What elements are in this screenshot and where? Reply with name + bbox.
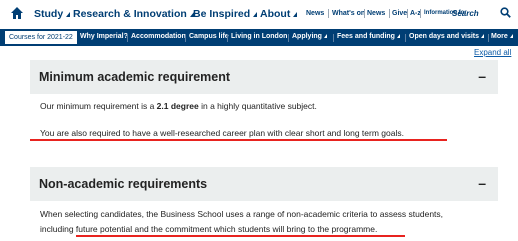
- link-whats-on[interactable]: What's on: [332, 10, 365, 17]
- nav-be-inspired[interactable]: Be Inspired: [193, 8, 258, 20]
- subnav-accommodation[interactable]: Accommodation: [131, 33, 186, 40]
- caret-icon: [66, 12, 71, 17]
- divider: [328, 9, 329, 18]
- annotation-underline: [76, 235, 405, 237]
- subnav-open-days[interactable]: Open days and visits: [409, 33, 485, 40]
- top-navigation: Study Research & Innovation Be Inspired …: [0, 0, 518, 29]
- section-title: Non-academic requirements: [39, 177, 208, 191]
- divider: [389, 9, 390, 18]
- caret-icon: [481, 34, 485, 38]
- sub-navigation: Courses for 2021-22 Why Imperial? Accomm…: [0, 29, 518, 46]
- caret-icon: [396, 34, 400, 38]
- divider: [420, 9, 421, 18]
- nav-research-innovation[interactable]: Research & Innovation: [73, 8, 194, 20]
- accordion-header-academic[interactable]: Minimum academic requirement –: [30, 60, 498, 94]
- link-information-for[interactable]: Information for: [424, 10, 467, 16]
- subnav-why-imperial[interactable]: Why Imperial?: [80, 33, 128, 40]
- divider: [127, 34, 128, 42]
- caret-icon: [509, 34, 513, 38]
- divider: [405, 34, 406, 42]
- expand-all-link[interactable]: Expand all: [474, 48, 511, 57]
- commitment-text: including future potential and the commi…: [40, 224, 378, 234]
- annotation-underline: [30, 139, 447, 141]
- caret-icon: [253, 12, 258, 17]
- requirement-text: Our minimum requirement is a 2.1 degree …: [40, 101, 317, 111]
- courses-selector[interactable]: Courses for 2021-22: [5, 31, 77, 44]
- divider: [488, 34, 489, 42]
- collapse-icon[interactable]: –: [478, 68, 486, 84]
- link-news[interactable]: News: [306, 10, 324, 17]
- collapse-icon[interactable]: –: [478, 175, 486, 191]
- search-icon[interactable]: [500, 7, 511, 18]
- link-give[interactable]: Give: [392, 10, 407, 17]
- nav-about[interactable]: About: [260, 8, 298, 20]
- career-plan-text: You are also required to have a well-res…: [40, 128, 404, 138]
- caret-icon: [323, 34, 327, 38]
- divider: [227, 34, 228, 42]
- subnav-living-in-london[interactable]: Living in London: [231, 33, 287, 40]
- divider: [364, 9, 365, 18]
- caret-icon: [293, 12, 298, 17]
- divider: [407, 9, 408, 18]
- subnav-applying[interactable]: Applying: [292, 33, 327, 40]
- subnav-campus-life[interactable]: Campus life: [189, 33, 229, 40]
- section-title: Minimum academic requirement: [39, 70, 231, 84]
- subnav-fees-and-funding[interactable]: Fees and funding: [337, 33, 400, 40]
- nav-study[interactable]: Study: [34, 8, 71, 20]
- divider: [185, 34, 186, 42]
- home-icon[interactable]: [10, 6, 24, 20]
- accordion-header-non-academic[interactable]: Non-academic requirements –: [30, 167, 498, 201]
- subnav-more[interactable]: More: [491, 33, 513, 40]
- criteria-text: When selecting candidates, the Business …: [40, 209, 444, 219]
- link-news-2[interactable]: News: [367, 10, 385, 17]
- divider: [288, 34, 289, 42]
- divider: [333, 34, 334, 42]
